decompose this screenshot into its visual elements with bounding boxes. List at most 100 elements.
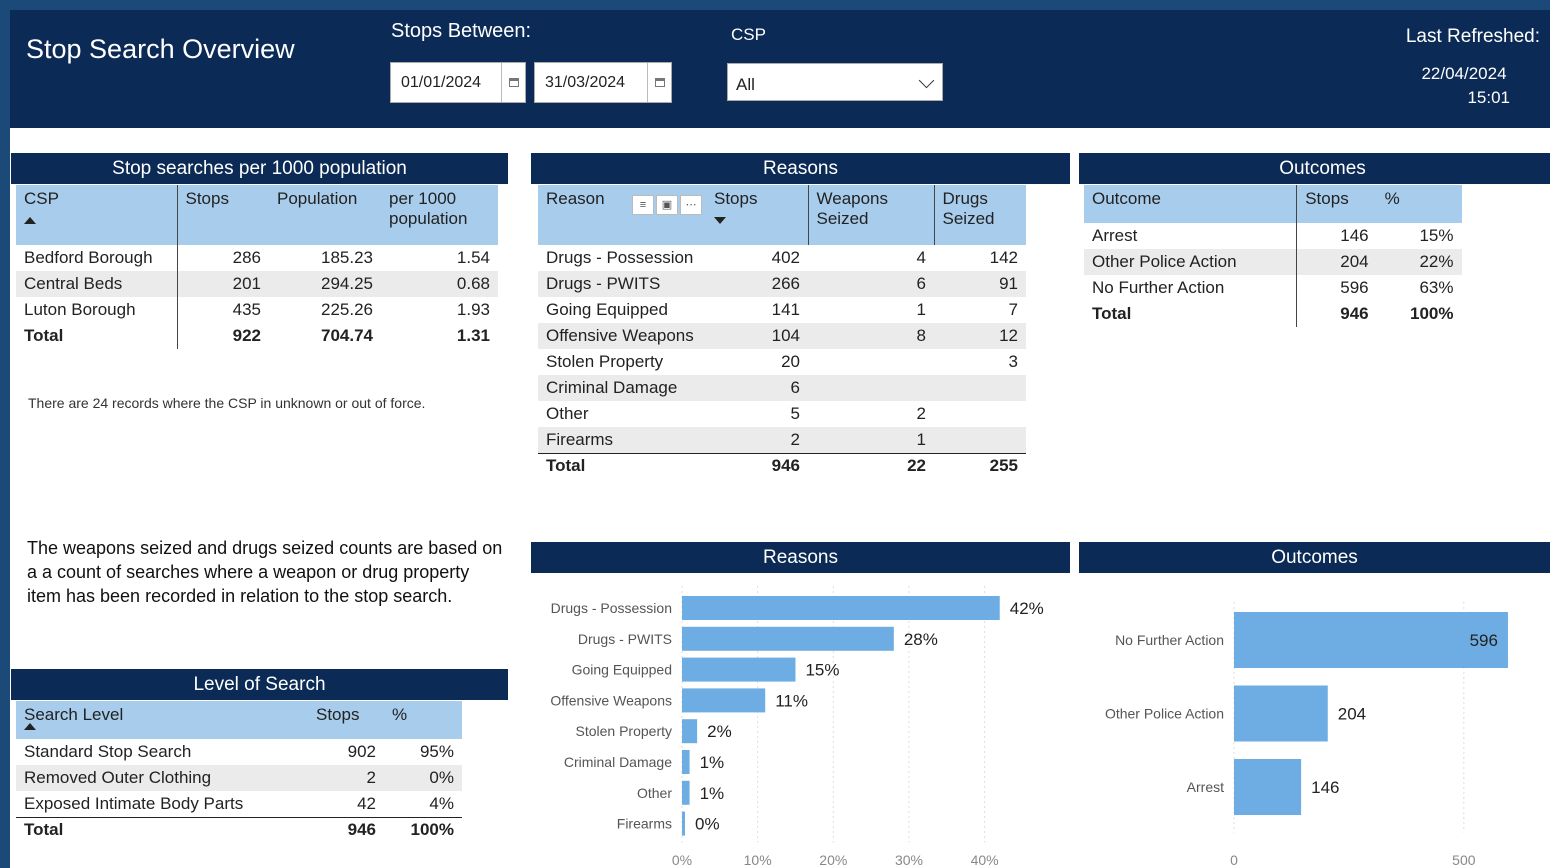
row-csp: Bedford Borough	[16, 245, 178, 271]
csp-dropdown[interactable]: All	[727, 63, 943, 101]
data-label: 0%	[695, 815, 720, 834]
row-outcome: Arrest	[1084, 223, 1298, 249]
table-header-row: Outcome Stops %	[1084, 185, 1462, 223]
row-weapons	[808, 375, 934, 401]
row-per-1000: 1.93	[456, 300, 490, 319]
column-header-search-level[interactable]: Search Level	[16, 701, 308, 739]
outcomes-panel-title: Outcomes	[1079, 153, 1550, 184]
bar	[682, 750, 690, 774]
x-tick-label: 10%	[744, 852, 772, 868]
row-percent: 63%	[1419, 278, 1454, 297]
total-drugs: 255	[934, 452, 1026, 479]
reasons-chart-title: Reasons	[531, 542, 1070, 573]
table-row: Offensive Weapons 104 8 12	[538, 323, 1026, 349]
row-reason: Offensive Weapons	[538, 323, 708, 349]
date-to-input[interactable]: 31/03/2024	[534, 62, 672, 103]
row-stops: 141	[771, 300, 800, 319]
column-header-stops[interactable]: Stops	[308, 701, 384, 739]
column-header-population[interactable]: Population	[269, 185, 381, 245]
row-stops: 42	[357, 793, 376, 813]
sort-descending-icon	[714, 217, 726, 224]
date-from-input[interactable]: 01/01/2024	[390, 62, 526, 103]
total-label: Total	[16, 816, 308, 843]
category-label: Drugs - PWITS	[578, 631, 672, 647]
row-outcome: Other Police Action	[1084, 249, 1298, 275]
report-header: Stop Search Overview Stops Between: 01/0…	[10, 10, 1550, 128]
table-row: Luton Borough 435 225.26 1.93	[16, 297, 498, 323]
category-label: Arrest	[1187, 779, 1224, 795]
table-row: Arrest 146 15%	[1084, 223, 1462, 249]
population-panel-title: Stop searches per 1000 population	[11, 153, 508, 184]
table-row: Stolen Property 20 3	[538, 349, 1026, 375]
sort-ascending-icon	[24, 217, 36, 224]
data-label: 1%	[700, 784, 725, 803]
row-weapons: 1	[808, 427, 934, 453]
reasons-bar-chart: 0% 10% 20% 30% 40% Drugs - Possession 42% Drugs…	[550, 586, 1044, 868]
row-stops: 286	[232, 248, 261, 267]
row-percent: 22%	[1376, 249, 1462, 275]
row-weapons: 4	[916, 248, 926, 267]
table-row: Standard Stop Search 902 95%	[16, 739, 462, 765]
data-label: 1%	[700, 753, 725, 772]
calendar-icon[interactable]	[647, 63, 671, 102]
row-drugs: 12	[934, 323, 1026, 349]
visual-header-icons: ≡ ▣ ⋯	[632, 195, 702, 215]
category-label: Other	[637, 785, 672, 801]
row-outcome: No Further Action	[1084, 275, 1298, 301]
row-population: 185.23	[321, 248, 373, 267]
x-tick-label: 40%	[971, 852, 999, 868]
total-label: Total	[1084, 301, 1298, 327]
category-label: Stolen Property	[576, 723, 673, 739]
calendar-icon[interactable]	[501, 63, 525, 102]
total-label: Total	[16, 323, 178, 349]
row-stops: 2	[308, 765, 384, 791]
column-header-per-1000[interactable]: per 1000 population	[381, 185, 498, 245]
column-header-stops[interactable]: Stops	[708, 185, 809, 245]
outcomes-chart-title: Outcomes	[1079, 542, 1550, 573]
row-reason: Stolen Property	[546, 352, 664, 371]
row-drugs	[934, 401, 1026, 427]
total-stops: 946	[308, 816, 384, 843]
column-header-outcome[interactable]: Outcome	[1084, 185, 1298, 223]
column-header-percent[interactable]: %	[384, 701, 462, 739]
total-label: Total	[538, 452, 708, 479]
more-options-icon[interactable]: ⋯	[680, 195, 702, 215]
bar	[682, 811, 685, 836]
bar	[1234, 612, 1508, 668]
data-label: 15%	[805, 661, 839, 680]
level-panel-title: Level of Search	[11, 669, 508, 700]
row-percent: 15%	[1419, 226, 1454, 245]
outcomes-bar-chart: 0 500 No Further Action 596 Other Police Act…	[1105, 602, 1508, 868]
row-stops: 902	[347, 742, 376, 761]
expand-icon[interactable]: ▣	[656, 195, 678, 215]
x-tick-label: 30%	[895, 852, 923, 868]
column-header-csp[interactable]: CSP	[16, 185, 178, 245]
last-refreshed-label: Last Refreshed:	[1405, 26, 1540, 47]
table-header-row: CSP Stops Population per 1000 population	[16, 185, 498, 245]
population-table: CSP Stops Population per 1000 population…	[16, 185, 498, 349]
column-header-stops[interactable]: Stops	[1296, 185, 1377, 223]
row-reason: Going Equipped	[546, 300, 668, 319]
row-population: 225.26	[321, 300, 373, 319]
row-csp: Luton Borough	[16, 297, 178, 323]
total-per-1000: 1.31	[456, 326, 490, 345]
column-header-reason[interactable]: Reason	[538, 185, 708, 245]
category-label: Other Police Action	[1105, 706, 1224, 722]
table-total-row: Total 922 704.74 1.31	[16, 323, 498, 349]
total-percent: 100%	[1410, 304, 1454, 323]
table-total-row: Total 946 100%	[16, 816, 462, 843]
row-drugs: 142	[989, 248, 1018, 267]
column-header-percent[interactable]: %	[1376, 185, 1462, 223]
column-header-stops[interactable]: Stops	[177, 185, 269, 245]
bar	[1234, 759, 1302, 815]
column-header-drugs-seized[interactable]: Drugs Seized	[934, 185, 1026, 245]
filter-icon[interactable]: ≡	[632, 195, 654, 215]
row-reason: Drugs - Possession	[546, 248, 694, 267]
unknown-csp-note: There are 24 records where the CSP in un…	[28, 395, 426, 411]
date-from-value: 01/01/2024	[401, 74, 482, 91]
column-header-weapons-seized[interactable]: Weapons Seized	[808, 185, 935, 245]
bar	[682, 780, 690, 805]
window-frame-left	[0, 0, 10, 868]
data-label: 146	[1311, 778, 1339, 797]
x-tick-label: 0	[1230, 852, 1238, 868]
